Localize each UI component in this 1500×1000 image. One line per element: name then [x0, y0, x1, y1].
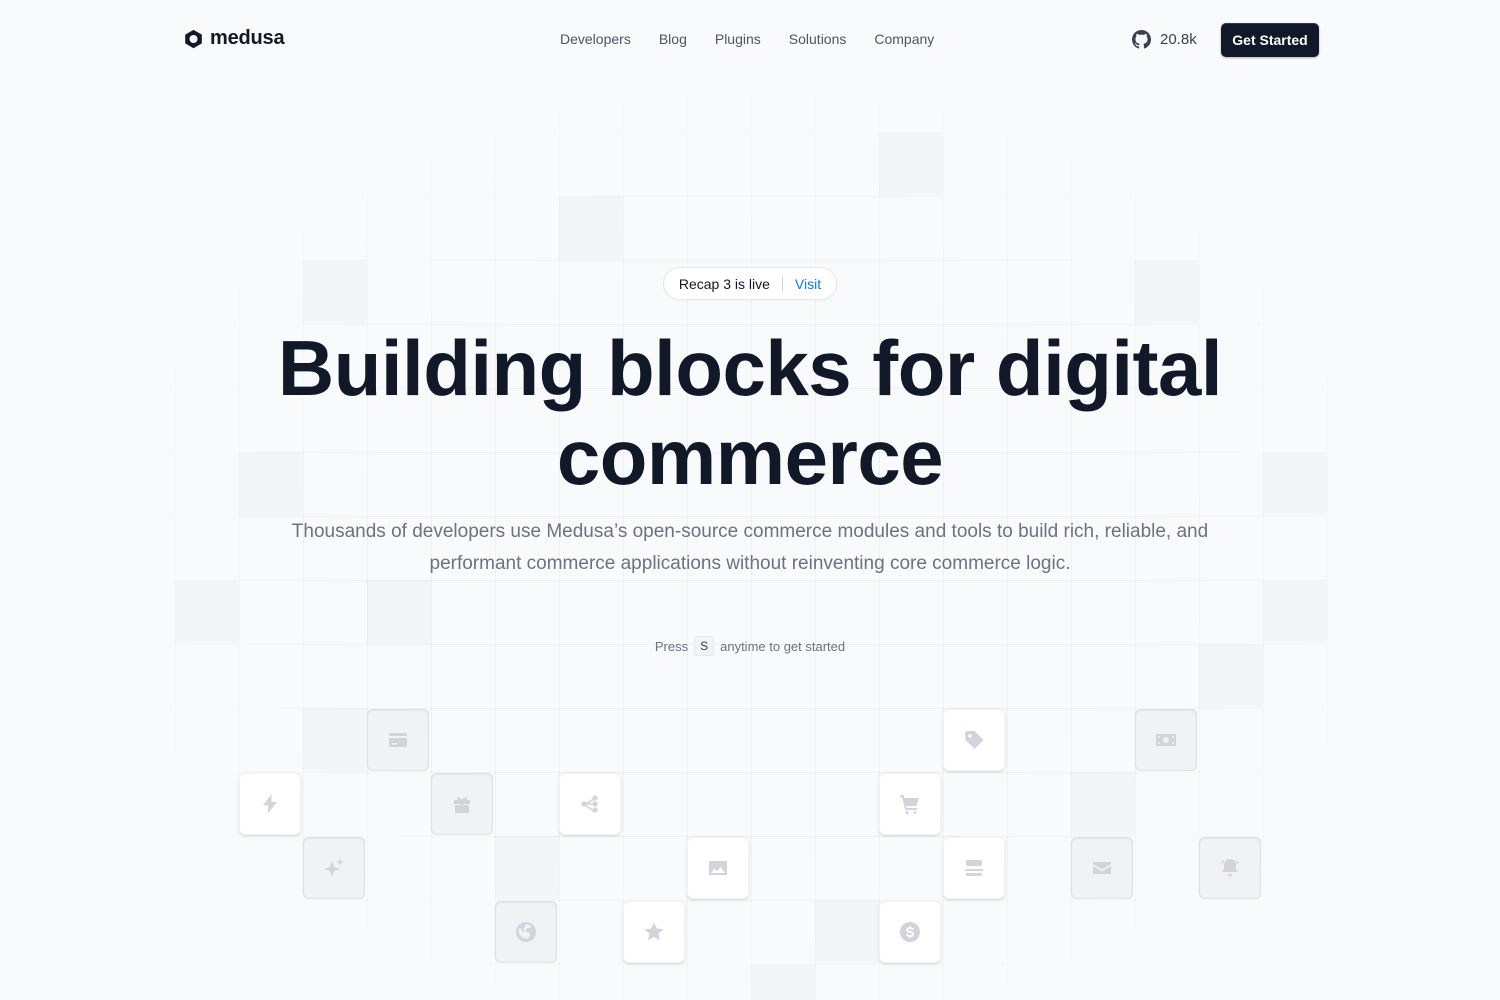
- grid-cell-shade: [815, 900, 879, 964]
- grid-cell-shade: [303, 260, 367, 324]
- announcement-visit-link[interactable]: Visit: [795, 276, 821, 292]
- grid-cell-shade: [559, 196, 623, 260]
- tile-credit-card[interactable]: [367, 709, 429, 771]
- brand-logo[interactable]: medusa: [183, 27, 285, 50]
- tile-globe[interactable]: [495, 901, 557, 963]
- tile-currency[interactable]: [879, 901, 941, 963]
- shortcut-prefix: Press: [654, 638, 689, 654]
- star-icon: [644, 922, 664, 941]
- lightning-icon: [263, 794, 277, 814]
- brand-name: medusa: [210, 27, 285, 49]
- bell-icon: [1221, 859, 1239, 877]
- grid-cell-shade: [367, 580, 431, 644]
- nav-blog[interactable]: Blog: [659, 31, 687, 47]
- cash-icon: [1156, 734, 1176, 746]
- github-stars-link[interactable]: 20.8k: [1132, 30, 1197, 49]
- tag-icon: [965, 731, 984, 749]
- tile-star[interactable]: [623, 901, 685, 963]
- announcement-pill: Recap 3 is live Visit: [663, 267, 837, 300]
- tile-sparkles[interactable]: [303, 837, 365, 899]
- shopping-cart-icon: [900, 795, 919, 814]
- medusa-logo-icon: [185, 29, 202, 48]
- shortcut-key[interactable]: S: [694, 636, 715, 656]
- image-icon: [709, 861, 727, 875]
- grid-cell-shade: [1135, 260, 1199, 324]
- share-nodes-icon: [581, 795, 598, 813]
- nav-plugins[interactable]: Plugins: [715, 31, 761, 47]
- keyboard-shortcut-hint: Press S anytime to get started: [0, 636, 1500, 656]
- grid-cell-shade: [879, 132, 943, 196]
- site-header: medusa Developers Blog Plugins Solutions…: [0, 0, 1500, 80]
- get-started-button[interactable]: Get Started: [1221, 23, 1319, 57]
- tile-shopping-cart[interactable]: [879, 773, 941, 835]
- announcement-divider: [781, 275, 783, 292]
- tile-share-nodes[interactable]: [559, 773, 621, 835]
- credit-card-icon: [389, 733, 407, 747]
- envelope-icon: [1093, 862, 1111, 874]
- sparkles-icon: [324, 858, 344, 877]
- currency-icon: [900, 922, 920, 942]
- announcement-text: Recap 3 is live: [678, 275, 770, 292]
- grid-cell-shade: [1263, 580, 1327, 644]
- gift-icon: [454, 797, 470, 813]
- grid-cell-shade: [751, 964, 815, 1000]
- github-stars-count: 20.8k: [1160, 31, 1197, 48]
- tile-bell[interactable]: [1199, 837, 1261, 899]
- hero-subtitle-line-2: performant commerce applications without…: [429, 553, 1071, 574]
- tile-tag[interactable]: [943, 709, 1005, 771]
- tile-image[interactable]: [687, 837, 749, 899]
- server-stack-icon: [965, 860, 983, 876]
- main-nav: Developers Blog Plugins Solutions Compan…: [560, 31, 934, 47]
- nav-solutions[interactable]: Solutions: [789, 31, 847, 47]
- grid-cell-shade: [495, 836, 559, 900]
- tile-server-stack[interactable]: [943, 837, 1005, 899]
- shortcut-suffix: anytime to get started: [720, 638, 846, 654]
- hero-subtitle: Thousands of developers use Medusa’s ope…: [280, 516, 1220, 580]
- github-icon: [1132, 30, 1151, 49]
- hero-title-line-2: commerce: [556, 413, 944, 501]
- grid-cell-shade: [1071, 772, 1135, 836]
- tile-envelope[interactable]: [1071, 837, 1133, 899]
- grid-cell-shade: [303, 708, 367, 772]
- tile-lightning[interactable]: [239, 773, 301, 835]
- hero-title: Building blocks for digital commerce: [0, 324, 1500, 502]
- globe-icon: [516, 922, 536, 942]
- nav-developers[interactable]: Developers: [560, 31, 631, 47]
- nav-company[interactable]: Company: [874, 31, 934, 47]
- tile-cash[interactable]: [1135, 709, 1197, 771]
- tile-gift[interactable]: [431, 773, 493, 835]
- hero-subtitle-line-1: Thousands of developers use Medusa’s ope…: [291, 521, 1209, 542]
- grid-cell-shade: [175, 580, 239, 644]
- hero-title-line-1: Building blocks for digital: [277, 324, 1223, 412]
